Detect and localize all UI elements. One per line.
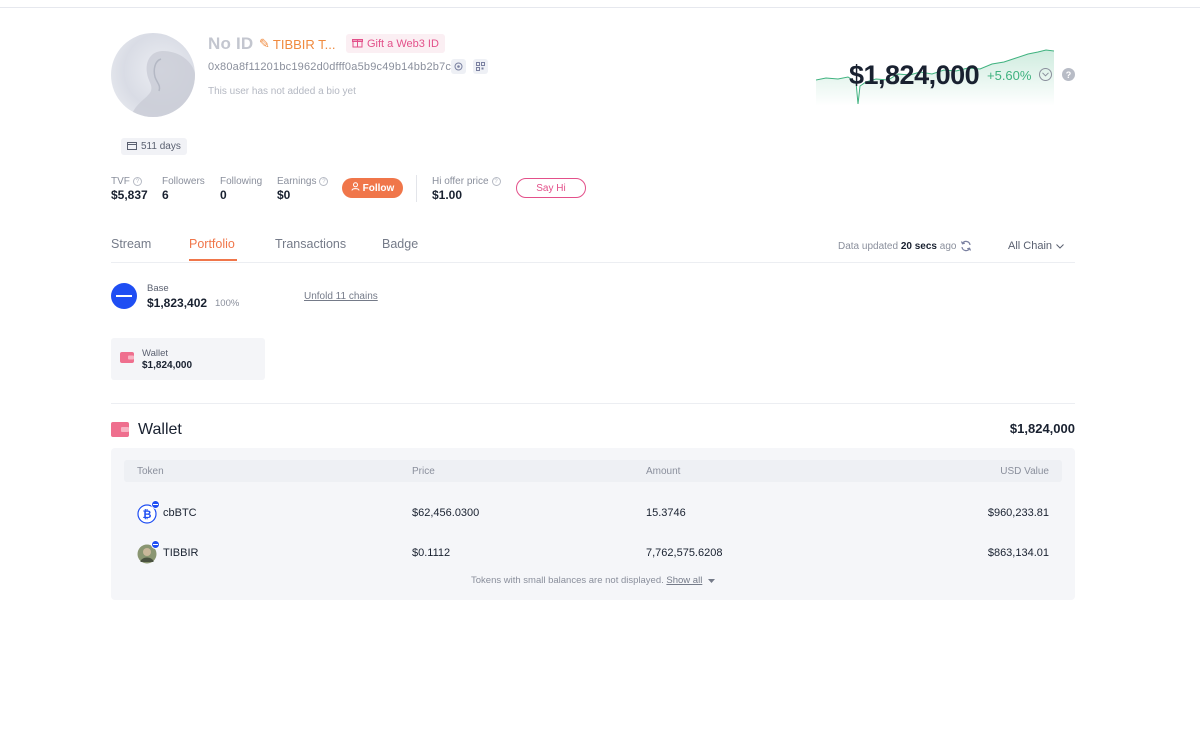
show-all-link[interactable]: Show all <box>666 575 702 586</box>
token-name: TIBBIR <box>163 547 199 559</box>
token-usd-value: $863,134.01 <box>987 547 1049 559</box>
avatar <box>111 33 195 117</box>
following-label: Following <box>220 176 263 187</box>
tab-badge[interactable]: Badge <box>382 237 418 251</box>
base-chain-icon <box>111 283 137 309</box>
profile-name: No ID <box>208 34 254 53</box>
gift-icon <box>352 37 363 51</box>
wallet-icon <box>111 422 129 437</box>
caret-down-icon[interactable] <box>707 579 715 583</box>
table-row[interactable]: TIBBIR $0.1112 7,762,575.6208 $863,134.0… <box>111 536 1075 570</box>
info-icon[interactable]: ? <box>319 177 329 186</box>
qrcode-icon[interactable] <box>473 59 488 74</box>
say-hi-button[interactable]: Say Hi <box>516 178 586 198</box>
chain-name: Base <box>147 283 169 294</box>
followers-label: Followers <box>162 176 205 187</box>
svg-text:₿: ₿ <box>143 508 152 521</box>
wallet-card-value: $1,824,000 <box>142 360 193 371</box>
wallet-section-title: Wallet <box>138 421 182 438</box>
tvf-label: TVF? <box>111 176 142 187</box>
copy-icon[interactable] <box>451 59 466 74</box>
token-table-header: Token Price Amount USD Value <box>124 460 1062 482</box>
info-icon[interactable]: ? <box>132 177 142 186</box>
column-token: Token <box>137 466 164 477</box>
days-label: 511 days <box>141 141 181 152</box>
wallet-card[interactable]: Wallet $1,824,000 <box>111 338 265 380</box>
tab-portfolio[interactable]: Portfolio <box>189 237 235 251</box>
refresh-icon[interactable] <box>960 240 972 252</box>
token-name: cbBTC <box>163 507 197 519</box>
gift-label: Gift a Web3 ID <box>367 37 439 50</box>
following-value[interactable]: 0 <box>220 188 227 202</box>
token-table: Token Price Amount USD Value ₿ cbBTC $62… <box>111 448 1075 600</box>
info-icon[interactable]: ? <box>491 177 501 186</box>
section-divider <box>111 403 1075 404</box>
wallet-card-label: Wallet <box>142 348 169 359</box>
column-price: Price <box>412 466 435 477</box>
chain-percent: 100% <box>215 298 240 309</box>
earnings-value: $0 <box>277 188 291 202</box>
token-amount: 15.3746 <box>646 507 686 519</box>
stats-divider <box>416 175 417 202</box>
data-updated-status: Data updated 20 secs ago <box>838 241 957 252</box>
column-amount: Amount <box>646 466 681 477</box>
chevron-down-icon <box>1056 243 1064 249</box>
token-amount: 7,762,575.6208 <box>646 547 723 559</box>
networth-change: +5.60% <box>987 68 1032 83</box>
alias-link[interactable]: ✎ TIBBIR T... <box>259 36 336 52</box>
followers-value[interactable]: 6 <box>162 188 169 202</box>
tabs-divider <box>111 262 1075 263</box>
tvf-value: $5,837 <box>111 188 148 202</box>
hi-offer-value: $1.00 <box>432 188 463 202</box>
token-price: $62,456.0300 <box>412 507 480 519</box>
account-age-badge: 511 days <box>121 138 187 155</box>
active-tab-indicator <box>189 259 237 261</box>
bio-text: This user has not added a bio yet <box>208 86 356 97</box>
unfold-chains-link[interactable]: Unfold 11 chains <box>304 291 378 302</box>
wallet-icon <box>120 352 134 363</box>
alias-label: TIBBIR T... <box>272 36 336 52</box>
chain-filter-label: All Chain <box>1008 240 1053 252</box>
small-balances-note: Tokens with small balances are not displ… <box>111 575 1075 586</box>
chain-filter-dropdown[interactable]: All Chain <box>1008 240 1064 252</box>
base-chain-badge-icon <box>151 540 160 549</box>
chevron-down-icon[interactable] <box>1039 68 1052 81</box>
chain-value: $1,823,402 <box>147 296 208 310</box>
follow-label: Follow <box>362 182 395 194</box>
base-chain-badge-icon <box>151 500 160 509</box>
calendar-icon <box>127 141 137 153</box>
token-usd-value: $960,233.81 <box>987 507 1049 519</box>
wallet-section-total: $1,824,000 <box>1009 421 1075 436</box>
top-divider <box>0 7 1200 8</box>
earnings-label: Earnings? <box>277 176 329 187</box>
table-row[interactable]: ₿ cbBTC $62,456.0300 15.3746 $960,233.81 <box>111 496 1075 530</box>
column-usd-value: USD Value <box>1000 466 1049 477</box>
networth-value: $1,824,000 <box>849 60 980 90</box>
wallet-address: 0x80a8f11201bc1962d0dfff0a5b9c49b14bb2b7… <box>208 61 458 73</box>
pencil-icon: ✎ <box>259 36 270 51</box>
hi-offer-label: Hi offer price? <box>432 176 501 187</box>
tab-stream[interactable]: Stream <box>111 237 151 251</box>
token-price: $0.1112 <box>412 547 451 559</box>
user-icon <box>351 182 360 194</box>
follow-button[interactable]: Follow <box>342 178 403 198</box>
help-icon[interactable]: ? <box>1062 68 1075 81</box>
tab-transactions[interactable]: Transactions <box>275 237 346 251</box>
gift-web3-id-button[interactable]: Gift a Web3 ID <box>346 34 445 53</box>
